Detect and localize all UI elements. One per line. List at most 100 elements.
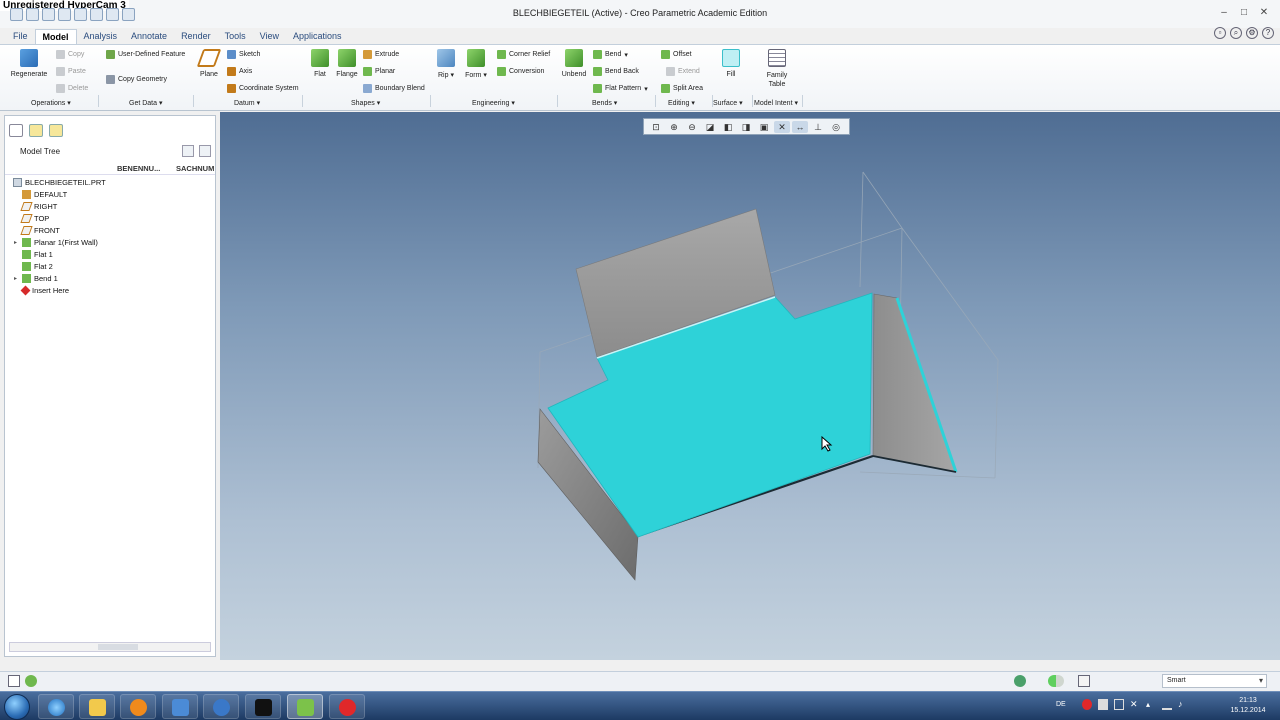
recording-icon[interactable] xyxy=(1082,699,1092,710)
bend-back-button[interactable]: Bend Back xyxy=(593,67,639,76)
axis-button[interactable]: Axis xyxy=(227,67,252,76)
copy-geometry-button[interactable]: Copy Geometry xyxy=(106,75,167,84)
datum-display-icon[interactable]: ✕ xyxy=(774,121,790,133)
selection-filter-dropdown[interactable]: Smart xyxy=(1162,674,1267,688)
scrollbar-thumb[interactable] xyxy=(98,644,138,650)
tab-annotate[interactable]: Annotate xyxy=(124,29,174,44)
conversion-button[interactable]: Conversion xyxy=(497,67,544,76)
user-defined-feature-button[interactable]: User-Defined Feature xyxy=(106,50,185,59)
settings-icon[interactable]: ⚙ xyxy=(1246,27,1258,39)
column-benennung[interactable]: BENENNU... xyxy=(117,164,160,173)
taskbar-app-hypercam[interactable] xyxy=(329,694,365,719)
boundary-blend-button[interactable]: Boundary Blend xyxy=(363,84,425,93)
fill-button[interactable]: Fill xyxy=(719,49,743,78)
paste-button[interactable]: Paste xyxy=(56,67,86,76)
tab-file[interactable]: File xyxy=(6,29,35,44)
tree-item[interactable]: BLECHBIEGETEIL.PRT xyxy=(5,176,215,188)
close-button[interactable]: ✕ xyxy=(1256,6,1272,20)
group-engineering[interactable]: Engineering ▾ xyxy=(472,97,515,110)
annotation-display-icon[interactable]: ↔ xyxy=(792,121,808,133)
column-sachnum[interactable]: SACHNUM xyxy=(176,164,214,173)
tree-item[interactable]: Flat 2 xyxy=(5,260,215,272)
tree-item[interactable]: FRONT xyxy=(5,224,215,236)
favorites-tab-icon[interactable] xyxy=(49,124,63,137)
taskbar-app-browser[interactable] xyxy=(203,694,239,719)
view-manager-icon[interactable]: ▣ xyxy=(756,121,772,133)
extend-button[interactable]: Extend xyxy=(666,67,700,76)
regenerate-button[interactable]: Regenerate xyxy=(8,49,50,78)
selection-mode-icon[interactable] xyxy=(1078,675,1090,687)
flange-button[interactable]: Flange xyxy=(334,49,360,78)
display-style-icon[interactable]: ◧ xyxy=(720,121,736,133)
tray-close-icon[interactable]: ✕ xyxy=(1130,699,1140,710)
plane-button[interactable]: Plane xyxy=(196,49,222,78)
taskbar-app-terminal[interactable] xyxy=(245,694,281,719)
form-button[interactable]: Form ▾ xyxy=(462,49,490,79)
search-icon[interactable]: ⌕ xyxy=(1230,27,1242,39)
taskbar-app-media-player[interactable] xyxy=(120,694,156,719)
planar-button[interactable]: Planar xyxy=(363,67,395,76)
group-editing[interactable]: Editing ▾ xyxy=(668,97,695,110)
tree-item[interactable]: TOP xyxy=(5,212,215,224)
taskbar-app-network[interactable] xyxy=(162,694,198,719)
offset-button[interactable]: Offset xyxy=(661,50,692,59)
tab-model[interactable]: Model xyxy=(34,29,77,44)
corner-relief-button[interactable]: Corner Relief xyxy=(497,50,550,59)
right-flange[interactable] xyxy=(872,293,957,473)
spin-center-icon[interactable]: ⊥ xyxy=(810,121,826,133)
network-status-icon[interactable] xyxy=(1162,699,1172,710)
group-operations[interactable]: Operations ▾ xyxy=(31,97,71,110)
family-table-button[interactable]: Family Table xyxy=(761,49,793,89)
volume-icon[interactable]: ♪ xyxy=(1178,699,1188,710)
tab-tools[interactable]: Tools xyxy=(218,29,253,44)
tray-expand-icon[interactable]: ▴ xyxy=(1146,699,1156,710)
saved-orientations-icon[interactable]: ◨ xyxy=(738,121,754,133)
group-model-intent[interactable]: Model Intent ▾ xyxy=(754,97,798,110)
rip-button[interactable]: Rip ▾ xyxy=(434,49,458,79)
tab-render[interactable]: Render xyxy=(174,29,218,44)
start-button[interactable] xyxy=(4,694,30,720)
tree-settings-icon[interactable] xyxy=(199,145,211,157)
system-clock[interactable]: 21:13 15.12.2014 xyxy=(1222,696,1274,716)
model-graphics[interactable] xyxy=(220,112,1280,660)
tree-item[interactable]: ▸ Bend 1 xyxy=(5,272,215,284)
unbend-button[interactable]: Unbend xyxy=(560,49,588,78)
flat-button[interactable]: Flat xyxy=(308,49,332,78)
tree-filter-icon[interactable] xyxy=(182,145,194,157)
group-bends[interactable]: Bends ▾ xyxy=(592,97,617,110)
model-tree-scrollbar[interactable] xyxy=(9,642,211,652)
tree-item[interactable]: Flat 1 xyxy=(5,248,215,260)
tree-item[interactable]: RIGHT xyxy=(5,200,215,212)
tab-analysis[interactable]: Analysis xyxy=(77,29,125,44)
zoom-out-icon[interactable]: ⊖ xyxy=(684,121,700,133)
help-icon[interactable]: ? xyxy=(1262,27,1274,39)
sketch-button[interactable]: Sketch xyxy=(227,50,260,59)
folder-browser-tab-icon[interactable] xyxy=(29,124,43,137)
split-area-button[interactable]: Split Area xyxy=(661,84,703,93)
flat-pattern-button[interactable]: Flat Pattern ▾ xyxy=(593,84,648,93)
delete-button[interactable]: Delete xyxy=(56,84,88,93)
group-shapes[interactable]: Shapes ▾ xyxy=(351,97,380,110)
group-datum[interactable]: Datum ▾ xyxy=(234,97,260,110)
coordinate-system-button[interactable]: Coordinate System xyxy=(227,84,299,93)
extrude-button[interactable]: Extrude xyxy=(363,50,399,59)
tab-applications[interactable]: Applications xyxy=(286,29,349,44)
taskbar-app-creo[interactable] xyxy=(287,694,323,719)
show-browser-icon[interactable] xyxy=(25,675,37,687)
tree-item[interactable]: ▸ Planar 1(First Wall) xyxy=(5,236,215,248)
model-tree-tab-icon[interactable] xyxy=(9,124,23,137)
minimize-button[interactable]: – xyxy=(1216,6,1232,20)
tree-item[interactable]: DEFAULT xyxy=(5,188,215,200)
tree-expander-icon[interactable]: ▸ xyxy=(14,275,20,282)
stop-icon[interactable] xyxy=(1098,699,1108,710)
group-surface[interactable]: Surface ▾ xyxy=(713,97,743,110)
copy-button[interactable]: Copy xyxy=(56,50,84,59)
tab-view[interactable]: View xyxy=(253,29,286,44)
bend-button[interactable]: Bend ▾ xyxy=(593,50,628,59)
maximize-button[interactable]: □ xyxy=(1236,6,1252,20)
tree-expander-icon[interactable]: ▸ xyxy=(14,239,20,246)
language-indicator[interactable]: DE xyxy=(1056,701,1066,708)
group-get-data[interactable]: Get Data ▾ xyxy=(129,97,162,110)
refit-icon[interactable]: ⊡ xyxy=(648,121,664,133)
zoom-in-icon[interactable]: ⊕ xyxy=(666,121,682,133)
